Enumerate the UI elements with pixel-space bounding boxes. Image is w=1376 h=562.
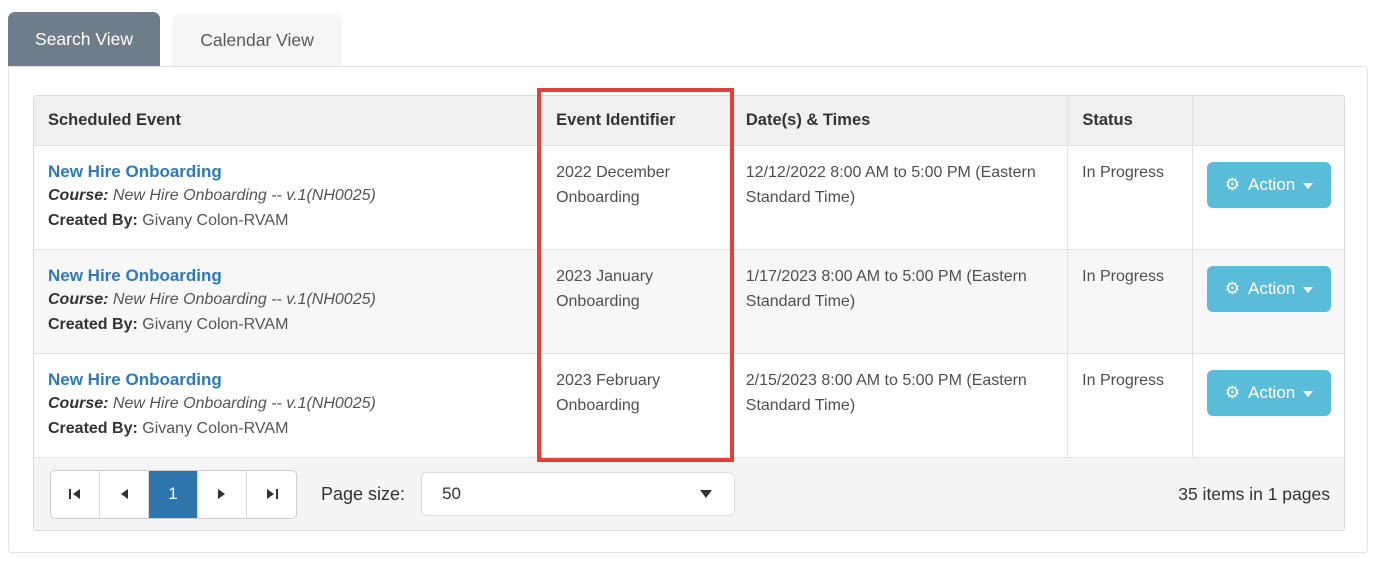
- created-by-label: Created By:: [48, 212, 138, 229]
- event-identifier-cell: 2023 January Onboarding: [542, 250, 732, 353]
- tab-calendar-view[interactable]: Calendar View: [172, 14, 342, 66]
- items-summary: 35 items in 1 pages: [1178, 483, 1330, 504]
- course-value: New Hire Onboarding -- v.1(NH0025): [112, 187, 376, 204]
- next-page-icon: [218, 489, 225, 499]
- event-identifier-cell: 2022 December Onboarding: [542, 146, 732, 249]
- course-label: Course:: [48, 187, 109, 204]
- gear-icon: ⚙: [1224, 174, 1240, 195]
- course-line: Course: New Hire Onboarding -- v.1(NH002…: [48, 391, 527, 416]
- header-status: Status: [1068, 96, 1194, 145]
- event-title-link[interactable]: New Hire Onboarding: [48, 160, 527, 183]
- header-dates-times: Date(s) & Times: [732, 96, 1069, 145]
- header-event-identifier: Event Identifier: [542, 96, 732, 145]
- course-line: Course: New Hire Onboarding -- v.1(NH002…: [48, 183, 527, 208]
- table-header-row: Scheduled Event Event Identifier Date(s)…: [34, 96, 1344, 145]
- header-scheduled-event: Scheduled Event: [34, 96, 543, 145]
- last-page-button[interactable]: [247, 470, 296, 518]
- created-by-label: Created By:: [48, 420, 138, 437]
- select-caret-icon: [700, 490, 713, 498]
- created-by-value: Givany Colon-RVAM: [142, 316, 289, 333]
- course-line: Course: New Hire Onboarding -- v.1(NH002…: [48, 287, 527, 312]
- first-page-button[interactable]: [51, 470, 100, 518]
- page-number-button[interactable]: 1: [149, 470, 198, 518]
- event-title-link[interactable]: New Hire Onboarding: [48, 368, 527, 391]
- last-page-icon: [266, 489, 278, 499]
- scheduled-events-table: Scheduled Event Event Identifier Date(s)…: [33, 95, 1345, 531]
- actions-cell: ⚙ Action: [1193, 250, 1344, 353]
- tab-calendar-view-label: Calendar View: [200, 29, 314, 50]
- action-button-label: Action: [1247, 383, 1296, 402]
- pager-buttons: 1: [50, 469, 297, 519]
- course-label: Course:: [48, 395, 109, 412]
- search-results-panel: Scheduled Event Event Identifier Date(s)…: [8, 66, 1368, 553]
- pagination-bar: 1 Page size: 50 35 items in 1 pages: [34, 457, 1344, 530]
- action-button-label: Action: [1247, 279, 1296, 298]
- status-cell: In Progress: [1068, 146, 1193, 249]
- created-by-value: Givany Colon-RVAM: [142, 212, 289, 229]
- course-value: New Hire Onboarding -- v.1(NH0025): [112, 291, 376, 308]
- course-value: New Hire Onboarding -- v.1(NH0025): [112, 395, 376, 412]
- scheduled-event-cell: New Hire Onboarding Course: New Hire Onb…: [34, 250, 543, 353]
- chevron-down-icon: [1303, 287, 1314, 293]
- status-value: In Progress: [1082, 164, 1164, 181]
- header-actions: [1193, 96, 1344, 145]
- tab-search-view-label: Search View: [35, 28, 133, 49]
- action-dropdown-button[interactable]: ⚙ Action: [1206, 162, 1331, 208]
- dates-times-cell: 2/15/2023 8:00 AM to 5:00 PM (Eastern St…: [732, 354, 1069, 457]
- course-label: Course:: [48, 291, 109, 308]
- created-by-value: Givany Colon-RVAM: [142, 420, 289, 437]
- dates-times-cell: 1/17/2023 8:00 AM to 5:00 PM (Eastern St…: [732, 250, 1069, 353]
- scheduled-event-cell: New Hire Onboarding Course: New Hire Onb…: [34, 354, 543, 457]
- dates-times-cell: 12/12/2022 8:00 AM to 5:00 PM (Eastern S…: [732, 146, 1069, 249]
- first-page-icon: [69, 489, 80, 499]
- actions-cell: ⚙ Action: [1193, 354, 1344, 457]
- created-by-label: Created By:: [48, 316, 138, 333]
- created-by-line: Created By: Givany Colon-RVAM: [48, 312, 527, 337]
- view-tabbar: Search View Calendar View: [0, 0, 1376, 66]
- event-title-link[interactable]: New Hire Onboarding: [48, 264, 527, 287]
- current-page-number: 1: [168, 484, 178, 503]
- chevron-down-icon: [1303, 391, 1314, 397]
- next-page-button[interactable]: [198, 470, 247, 518]
- action-dropdown-button[interactable]: ⚙ Action: [1206, 266, 1331, 312]
- scheduled-event-cell: New Hire Onboarding Course: New Hire Onb…: [34, 146, 543, 249]
- previous-page-button[interactable]: [100, 470, 149, 518]
- table-row: New Hire Onboarding Course: New Hire Onb…: [34, 353, 1344, 457]
- created-by-line: Created By: Givany Colon-RVAM: [48, 208, 527, 233]
- status-cell: In Progress: [1068, 250, 1193, 353]
- actions-cell: ⚙ Action: [1193, 146, 1344, 249]
- page-size-select[interactable]: 50: [421, 472, 736, 516]
- page-size-label: Page size:: [321, 483, 406, 504]
- tab-search-view[interactable]: Search View: [8, 12, 160, 66]
- action-dropdown-button[interactable]: ⚙ Action: [1206, 370, 1331, 416]
- page-size-value: 50: [442, 484, 461, 503]
- gear-icon: ⚙: [1224, 278, 1240, 299]
- table-row: New Hire Onboarding Course: New Hire Onb…: [34, 249, 1344, 353]
- created-by-line: Created By: Givany Colon-RVAM: [48, 416, 527, 441]
- event-identifier-cell: 2023 February Onboarding: [542, 354, 732, 457]
- status-value: In Progress: [1082, 268, 1164, 285]
- previous-page-icon: [121, 489, 128, 499]
- gear-icon: ⚙: [1224, 382, 1240, 403]
- table-row: New Hire Onboarding Course: New Hire Onb…: [34, 145, 1344, 249]
- status-value: In Progress: [1082, 372, 1164, 389]
- action-button-label: Action: [1247, 175, 1296, 194]
- status-cell: In Progress: [1068, 354, 1193, 457]
- chevron-down-icon: [1303, 183, 1314, 189]
